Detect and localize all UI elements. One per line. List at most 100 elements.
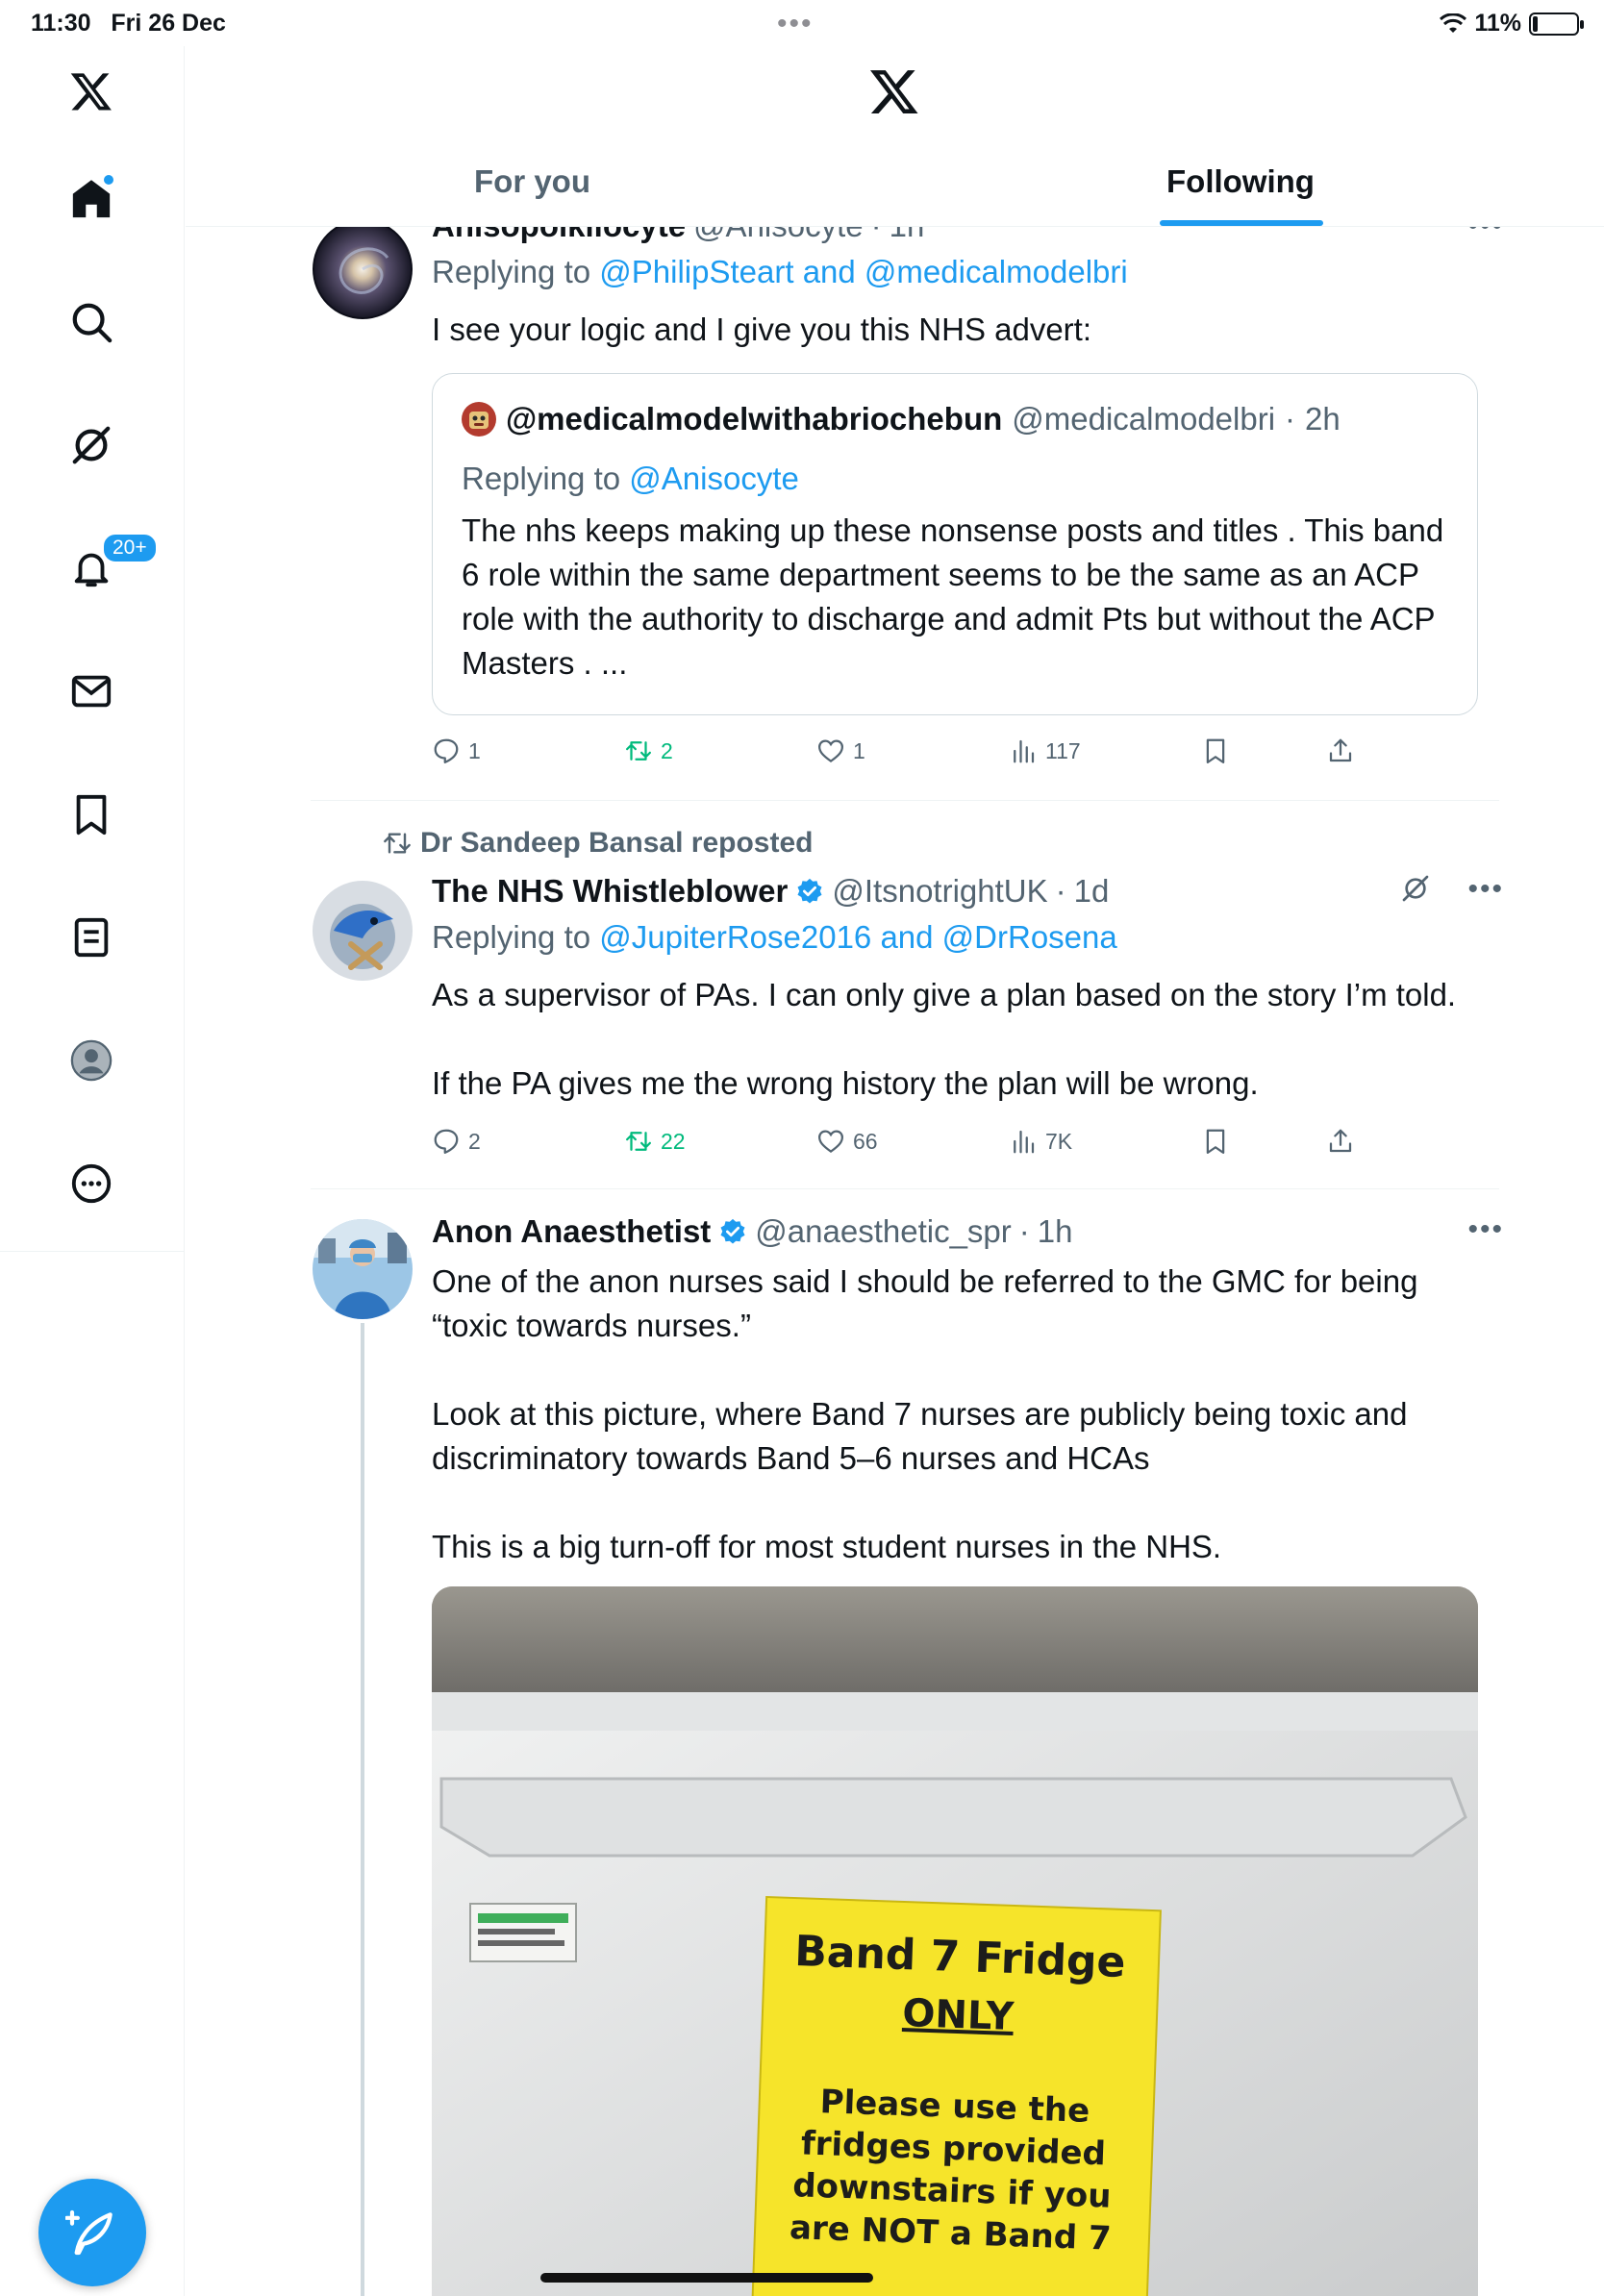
sidebar-item-lists[interactable] [63, 910, 119, 965]
heart-icon [817, 739, 844, 763]
sidebar-item-profile[interactable] [63, 1033, 119, 1088]
post-author: Anisopoikilocyte @Anisocyte · 1h [432, 227, 924, 244]
post-divider [311, 1188, 1499, 1189]
status-bar: 11:30 Fri 26 Dec ••• 11% [0, 0, 1604, 46]
bookmark-icon [1206, 738, 1225, 763]
timeline-header: For you Following [186, 46, 1604, 227]
post-actions: 2 22 66 7K [432, 1127, 1499, 1165]
status-time: 11:30 Fri 26 Dec [31, 10, 226, 37]
repost-icon [626, 741, 651, 761]
tab-following[interactable]: Following [1166, 163, 1315, 200]
bookmark-button[interactable] [1201, 736, 1230, 765]
bookmark-icon [76, 794, 107, 836]
sidebar-item-explore[interactable] [63, 294, 119, 350]
quoted-post[interactable]: @medicalmodelwithabriochebun @medicalmod… [432, 373, 1478, 715]
post-time[interactable]: 1d [1074, 873, 1110, 910]
reply-button[interactable]: 1 [432, 736, 481, 765]
avatar[interactable] [313, 881, 413, 981]
compose-button[interactable] [38, 2179, 146, 2286]
post-actions: 1 2 1 117 [432, 736, 1499, 775]
bookmark-button[interactable] [1201, 1127, 1230, 1156]
repost-button[interactable]: 22 [624, 1127, 686, 1156]
repost-button[interactable]: 2 [624, 736, 673, 765]
quoted-reply-context: Replying to @Anisocyte [462, 461, 799, 496]
quoted-avatar [462, 402, 496, 437]
compose-icon [65, 2209, 113, 2256]
sidebar-divider [0, 1251, 185, 1252]
sidebar-item-notifications[interactable]: 20+ [63, 533, 158, 596]
avatar[interactable] [313, 1219, 413, 1319]
multitasking-dots-icon[interactable]: ••• [777, 8, 814, 40]
sidebar-item-messages[interactable] [63, 663, 119, 719]
share-icon [1329, 1129, 1352, 1153]
verified-badge-icon [797, 878, 822, 904]
post-time[interactable]: 1h [890, 227, 925, 244]
envelope-icon [71, 675, 112, 708]
post-text: I see your logic and I give you this NHS… [432, 312, 1092, 347]
quoted-text: The nhs keeps making up these nonsense p… [462, 512, 1444, 681]
author-name[interactable]: Anon Anaesthetist [432, 1213, 711, 1250]
post-author: The NHS Whistleblower @ItsnotrightUK · 1… [432, 873, 1110, 910]
post-divider [311, 800, 1499, 801]
author-name[interactable]: The NHS Whistleblower [432, 873, 788, 910]
home-unread-dot [102, 173, 115, 187]
reply-context: Replying to @JupiterRose2016 and @DrRose… [432, 919, 1117, 955]
reply-context: Replying to @PhilipSteart and @medicalmo… [432, 254, 1128, 289]
views-button[interactable]: 7K [1009, 1127, 1072, 1156]
x-logo-icon[interactable] [868, 65, 920, 122]
bookmark-icon [1206, 1129, 1225, 1154]
author-handle[interactable]: @ItsnotrightUK [832, 873, 1047, 910]
avatar[interactable] [313, 227, 413, 319]
grok-icon[interactable] [1400, 873, 1431, 911]
reply-icon [434, 738, 459, 763]
share-button[interactable] [1326, 736, 1355, 765]
share-icon [1329, 738, 1352, 762]
views-button[interactable]: 117 [1009, 736, 1081, 765]
grok-icon [72, 426, 111, 464]
wifi-icon [1440, 12, 1467, 33]
post-author: Anon Anaesthetist @anaesthetic_spr · 1h [432, 1213, 1073, 1250]
more-icon [71, 1163, 112, 1204]
more-options-icon[interactable]: ••• [1467, 1213, 1504, 1246]
sidebar: 20+ [0, 46, 185, 2296]
repost-icon [384, 833, 411, 854]
sidebar-item-grok[interactable] [63, 417, 119, 473]
author-name[interactable]: Anisopoikilocyte [432, 227, 686, 244]
reply-mentions[interactable]: @JupiterRose2016 and @DrRosena [599, 919, 1116, 955]
sidebar-item-home[interactable] [63, 171, 119, 227]
battery-percent: 11% [1474, 10, 1521, 37]
post-text: One of the anon nurses said I should be … [432, 1263, 1418, 1564]
author-handle[interactable]: @anaesthetic_spr [755, 1213, 1011, 1250]
battery-level [1533, 15, 1538, 32]
home-indicator[interactable] [540, 2273, 873, 2283]
more-options-icon[interactable]: ••• [1467, 873, 1504, 906]
x-logo-icon[interactable] [63, 63, 119, 119]
post-time[interactable]: 1h [1038, 1213, 1073, 1250]
reply-icon [434, 1129, 459, 1154]
profile-icon [70, 1039, 113, 1082]
battery-icon [1529, 12, 1584, 36]
tab-for-you[interactable]: For you [474, 163, 590, 200]
thread-line [361, 1323, 364, 2296]
share-button[interactable] [1326, 1127, 1355, 1156]
timeline[interactable]: Anisopoikilocyte @Anisocyte · 1h ••• Rep… [186, 227, 1604, 2296]
fridge-sign-text: Band 7 Fridge ONLY Please use the fridge… [789, 1927, 1127, 2259]
like-button[interactable]: 1 [816, 736, 865, 765]
verified-badge-icon [720, 1218, 745, 1244]
notification-badge: 20+ [102, 533, 158, 563]
post-image[interactable]: Band 7 Fridge ONLY Please use the fridge… [432, 1586, 1478, 2296]
reply-mentions[interactable]: @PhilipSteart and @medicalmodelbri [599, 254, 1127, 289]
more-options-icon[interactable]: ••• [1467, 227, 1504, 242]
author-handle[interactable]: @Anisocyte [693, 227, 864, 244]
sidebar-item-more[interactable] [63, 1156, 119, 1211]
views-icon [1014, 739, 1035, 763]
reply-button[interactable]: 2 [432, 1127, 481, 1156]
repost-context: Dr Sandeep Bansal reposted [382, 827, 813, 860]
sidebar-item-bookmarks[interactable] [63, 786, 119, 842]
list-icon [74, 917, 109, 958]
like-button[interactable]: 66 [816, 1127, 878, 1156]
quoted-author: @medicalmodelwithabriochebun @medicalmod… [462, 401, 1341, 437]
status-indicators: 11% [1440, 10, 1584, 37]
views-icon [1014, 1130, 1035, 1154]
repost-icon [626, 1132, 651, 1151]
